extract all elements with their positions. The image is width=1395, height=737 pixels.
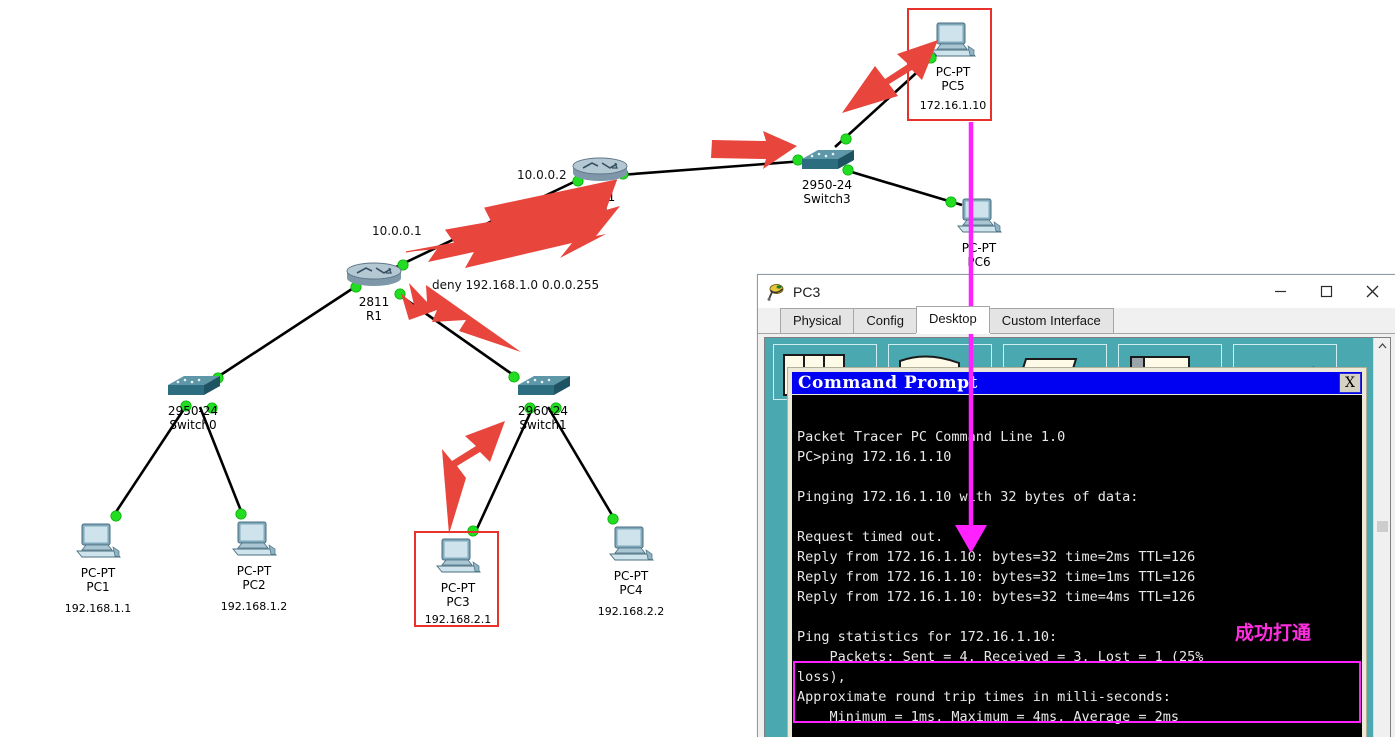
pc-icon bbox=[218, 519, 290, 564]
topology-node-pc2[interactable]: PC-PT PC2 192.168.1.2 bbox=[218, 519, 290, 613]
switch-icon bbox=[789, 145, 865, 178]
pc-icon bbox=[943, 196, 1015, 241]
close-icon[interactable]: X bbox=[1339, 373, 1361, 393]
pc-ip-label: 192.168.1.2 bbox=[220, 600, 288, 613]
minimize-icon[interactable] bbox=[1257, 275, 1303, 308]
switch-name-label: Switch3 bbox=[803, 192, 851, 206]
topology-node-switch1[interactable]: 2960-24 Switch1 bbox=[505, 371, 581, 432]
annotation-success-note: 成功打通 bbox=[1235, 622, 1312, 644]
tab-custom-interface[interactable]: Custom Interface bbox=[988, 308, 1114, 333]
window-title: PC3 bbox=[793, 283, 821, 300]
pc-name-label: PC4 bbox=[619, 583, 643, 597]
pc-name-label: PC1 bbox=[86, 580, 110, 594]
switch-model-label: 2960-24 bbox=[517, 404, 569, 418]
pc-ip-label: 192.168.1.1 bbox=[64, 602, 132, 615]
pc-name-label: PC6 bbox=[967, 255, 991, 269]
pc-model-label: PC-PT bbox=[236, 564, 272, 578]
topology-node-r2[interactable]: 2811 R2 bbox=[568, 157, 632, 218]
pc-model-label: PC-PT bbox=[961, 241, 997, 255]
maximize-icon[interactable] bbox=[1303, 275, 1349, 308]
command-prompt-title: Command Prompt bbox=[798, 373, 978, 393]
packet-tracer-icon bbox=[767, 283, 785, 301]
command-prompt-output-area[interactable]: Packet Tracer PC Command Line 1.0 PC>pin… bbox=[792, 395, 1362, 737]
window-controls bbox=[1257, 275, 1395, 308]
pc-model-label: PC-PT bbox=[613, 569, 649, 583]
highlight-box-pc5 bbox=[907, 8, 992, 121]
tab-desktop[interactable]: Desktop bbox=[916, 306, 990, 333]
window-titlebar[interactable]: PC3 bbox=[758, 275, 1395, 308]
switch-model-label: 2950-24 bbox=[167, 404, 219, 418]
topology-node-r1[interactable]: 2811 R1 bbox=[342, 262, 406, 323]
pc-name-label: PC2 bbox=[242, 578, 266, 592]
switch-name-label: Switch1 bbox=[519, 418, 567, 432]
screenshot-root: 2811 R1 2811 R2 2950-24 Switch0 2960-24 … bbox=[0, 0, 1395, 737]
router-icon bbox=[342, 262, 406, 295]
topology-node-switch3[interactable]: 2950-24 Switch3 bbox=[789, 145, 865, 206]
pc3-device-window[interactable]: PC3 Physical Config Desktop Custom Inter… bbox=[757, 274, 1395, 737]
interface-label-r1-serial: 10.0.0.1 bbox=[372, 224, 422, 238]
pc-icon bbox=[62, 521, 134, 566]
command-prompt-window[interactable]: Command Prompt X Packet Tracer PC Comman… bbox=[787, 367, 1367, 737]
interface-label-r2-serial: 10.0.0.2 bbox=[517, 168, 567, 182]
topology-node-pc1[interactable]: PC-PT PC1 192.168.1.1 bbox=[62, 521, 134, 615]
highlight-box-pc3 bbox=[414, 531, 499, 627]
acl-annotation-label: deny 192.168.1.0 0.0.0.255 bbox=[432, 278, 600, 292]
scroll-up-icon[interactable] bbox=[1374, 338, 1390, 355]
switch-model-label: 2950-24 bbox=[801, 178, 853, 192]
router-icon bbox=[568, 157, 632, 190]
pc-model-label: PC-PT bbox=[80, 566, 116, 580]
highlight-box-ping-replies bbox=[793, 661, 1361, 723]
router-model-label: 2811 bbox=[584, 190, 616, 204]
pc-ip-label: 192.168.2.2 bbox=[597, 605, 665, 618]
device-tabs[interactable]: Physical Config Desktop Custom Interface bbox=[758, 306, 1395, 334]
topology-node-switch0[interactable]: 2950-24 Switch0 bbox=[155, 371, 231, 432]
router-name-label: R1 bbox=[366, 309, 382, 323]
topology-node-pc6[interactable]: PC-PT PC6 bbox=[943, 196, 1015, 269]
router-name-label: R2 bbox=[592, 204, 608, 218]
tab-physical[interactable]: Physical bbox=[780, 308, 855, 333]
router-model-label: 2811 bbox=[358, 295, 390, 309]
desktop-panel[interactable]: Command Prompt X Packet Tracer PC Comman… bbox=[764, 337, 1391, 737]
switch-name-label: Switch0 bbox=[169, 418, 217, 432]
pc-icon bbox=[595, 524, 667, 569]
tab-config[interactable]: Config bbox=[853, 308, 917, 333]
desktop-scrollbar[interactable] bbox=[1373, 338, 1390, 737]
topology-node-pc4[interactable]: PC-PT PC4 192.168.2.2 bbox=[595, 524, 667, 618]
switch-icon bbox=[505, 371, 581, 404]
switch-icon bbox=[155, 371, 231, 404]
scrollbar-thumb[interactable] bbox=[1377, 521, 1388, 532]
close-icon[interactable] bbox=[1349, 275, 1395, 308]
command-prompt-titlebar[interactable]: Command Prompt X bbox=[792, 372, 1362, 394]
